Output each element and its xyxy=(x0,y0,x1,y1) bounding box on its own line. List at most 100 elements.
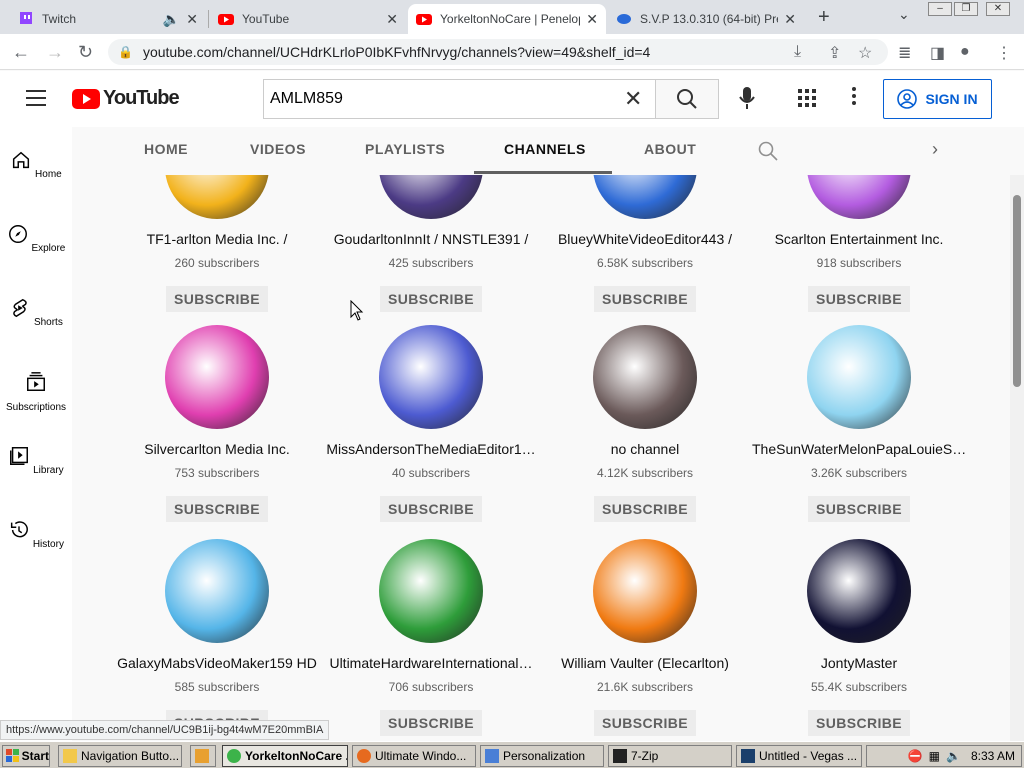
close-tab-icon[interactable]: ✕ xyxy=(186,11,198,28)
sidebar-item-explore[interactable]: Explore xyxy=(0,223,72,254)
channel-card[interactable]: UltimateHardwareInternational… 706 subscr… xyxy=(324,539,538,736)
channel-avatar[interactable] xyxy=(379,175,483,219)
channel-name[interactable]: Silvercarlton Media Inc. xyxy=(110,441,324,457)
subscribe-button[interactable]: SUBSCRIBE xyxy=(807,286,911,312)
channel-name[interactable]: JontyMaster xyxy=(752,655,966,671)
tab-channels[interactable]: CHANNELS xyxy=(504,141,586,157)
tab-videos[interactable]: VIDEOS xyxy=(250,141,306,157)
chevron-right-icon[interactable]: › xyxy=(932,139,938,160)
sign-in-button[interactable]: SIGN IN xyxy=(883,79,992,119)
taskbar-item-navigation[interactable]: Navigation Butto... xyxy=(58,745,182,767)
sidebar-item-shorts[interactable]: Shorts xyxy=(0,297,72,328)
tray-volume-icon[interactable]: 🔈 xyxy=(946,749,961,763)
taskbar-item-firefox[interactable]: Ultimate Windo... xyxy=(352,745,476,767)
scrollbar-thumb[interactable] xyxy=(1013,195,1021,387)
subscribe-button[interactable]: SUBSCRIBE xyxy=(807,710,911,736)
tab-search-icon[interactable]: ⌄ xyxy=(898,6,910,23)
subscribe-button[interactable]: SUBSCRIBE xyxy=(379,710,483,736)
sidebar-item-history[interactable]: History xyxy=(0,519,72,550)
bookmark-star-icon[interactable]: ☆ xyxy=(858,43,872,63)
taskbar-item-personalization[interactable]: Personalization xyxy=(480,745,604,767)
new-tab-button[interactable]: + xyxy=(818,6,830,29)
sidebar-item-home[interactable]: Home xyxy=(0,149,72,180)
subscribe-button[interactable]: SUBSCRIBE xyxy=(593,496,697,522)
subscribe-button[interactable]: SUBSCRIBE xyxy=(379,286,483,312)
channel-name[interactable]: MissAndersonTheMediaEditor1… xyxy=(324,441,538,457)
install-icon[interactable]: ⤓ xyxy=(794,43,801,61)
url-bar[interactable]: 🔒 youtube.com/channel/UCHdrKLrloP0IbKFvh… xyxy=(108,39,888,65)
tray-security-icon[interactable]: ⛔ xyxy=(908,749,923,763)
clear-search-icon[interactable]: ✕ xyxy=(624,86,642,112)
subscribe-button[interactable]: SUBSCRIBE xyxy=(379,496,483,522)
apps-grid-icon[interactable] xyxy=(798,89,816,107)
channel-card[interactable]: BlueyWhiteVideoEditor443 / 6.58K subscrib… xyxy=(538,175,752,312)
channel-avatar[interactable] xyxy=(593,539,697,643)
channel-name[interactable]: GalaxyMabsVideoMaker159 HD xyxy=(110,655,324,671)
channel-name[interactable]: William Vaulter (Elecarlton) xyxy=(538,655,752,671)
channel-name[interactable]: UltimateHardwareInternational… xyxy=(324,655,538,671)
channel-card[interactable]: no channel 4.12K subscribers SUBSCRIBE xyxy=(538,325,752,522)
taskbar-item-7zip[interactable]: 7-Zip xyxy=(608,745,732,767)
channel-name[interactable]: BlueyWhiteVideoEditor443 / xyxy=(538,231,752,247)
clock[interactable]: 8:33 AM xyxy=(971,749,1015,763)
channel-card[interactable]: Silvercarlton Media Inc. 753 subscribers S… xyxy=(110,325,324,522)
start-button[interactable]: Start xyxy=(2,745,50,767)
tab-playlists[interactable]: PLAYLISTS xyxy=(365,141,445,157)
browser-menu-icon[interactable]: ⋮ xyxy=(996,43,1012,63)
channel-card[interactable]: GoudarltonInnIt / NNSTLE391 / 425 subscri… xyxy=(324,175,538,312)
channel-card[interactable]: JontyMaster 55.4K subscribers SUBSCRIBE xyxy=(752,539,966,736)
tab-twitch[interactable]: Twitch 🔈 ✕ xyxy=(10,4,206,34)
channel-card[interactable]: TheSunWaterMelonPapaLouieS… 3.26K subscri… xyxy=(752,325,966,522)
subscribe-button[interactable]: SUBSCRIBE xyxy=(593,286,697,312)
profile-icon[interactable]: ● xyxy=(960,43,970,61)
channel-search-icon[interactable] xyxy=(758,141,778,161)
channel-card[interactable]: MissAndersonTheMediaEditor1… 40 subscribe… xyxy=(324,325,538,522)
youtube-logo[interactable]: YouTube xyxy=(72,87,180,110)
sidebar-item-library[interactable]: Library xyxy=(0,445,72,476)
channel-avatar[interactable] xyxy=(379,539,483,643)
back-icon[interactable]: ← xyxy=(12,42,30,63)
tab-about[interactable]: ABOUT xyxy=(644,141,696,157)
tab-youtube[interactable]: YouTube ✕ xyxy=(210,4,406,34)
search-input[interactable] xyxy=(270,90,610,108)
channel-name[interactable]: TF1-arlton Media Inc. / xyxy=(110,231,324,247)
microphone-icon[interactable] xyxy=(738,85,756,111)
channel-name[interactable]: TheSunWaterMelonPapaLouieS… xyxy=(752,441,966,457)
channel-avatar[interactable] xyxy=(807,175,911,219)
forward-icon[interactable]: → xyxy=(46,42,64,63)
channel-card[interactable]: William Vaulter (Elecarlton) 21.6K subscr… xyxy=(538,539,752,736)
tab-svp[interactable]: S.V.P 13.0.310 (64-bit) Pre ✕ xyxy=(608,4,804,34)
subscribe-button[interactable]: SUBSCRIBE xyxy=(807,496,911,522)
channel-name[interactable]: Scarlton Entertainment Inc. xyxy=(752,231,966,247)
channel-card[interactable]: GalaxyMabsVideoMaker159 HD 585 subscriber… xyxy=(110,539,324,736)
channel-avatar[interactable] xyxy=(807,325,911,429)
taskbar-item-chrome[interactable]: YorkeltonNoCare ... xyxy=(222,745,348,767)
close-tab-icon[interactable]: ✕ xyxy=(386,11,398,28)
settings-dots-icon[interactable] xyxy=(852,87,856,108)
subscribe-button[interactable]: SUBSCRIBE xyxy=(593,710,697,736)
channel-avatar[interactable] xyxy=(807,539,911,643)
scrollbar[interactable] xyxy=(1010,175,1024,741)
side-panel-icon[interactable]: ◨ xyxy=(930,43,945,63)
maximize-button[interactable]: ❐ xyxy=(954,2,978,16)
channel-avatar[interactable] xyxy=(165,325,269,429)
tab-yorkeltonnocare[interactable]: YorkeltonNoCare | Penelop ✕ xyxy=(408,4,606,34)
minimize-button[interactable]: – xyxy=(928,2,952,16)
channel-name[interactable]: no channel xyxy=(538,441,752,457)
close-tab-icon[interactable]: ✕ xyxy=(784,11,796,28)
sidebar-item-subscriptions[interactable]: Subscriptions xyxy=(0,371,72,413)
close-window-button[interactable]: ✕ xyxy=(986,2,1010,16)
tray-network-icon[interactable]: ▦ xyxy=(929,749,940,763)
channel-card[interactable]: Scarlton Entertainment Inc. 918 subscribe… xyxy=(752,175,966,312)
channel-name[interactable]: GoudarltonInnIt / NNSTLE391 / xyxy=(324,231,538,247)
menu-icon[interactable] xyxy=(26,90,46,106)
share-icon[interactable]: ⇪ xyxy=(828,43,841,63)
mute-icon[interactable]: 🔈 xyxy=(163,11,180,28)
taskbar-item-media[interactable] xyxy=(190,745,216,767)
channel-avatar[interactable] xyxy=(593,325,697,429)
search-button[interactable] xyxy=(655,79,719,119)
channel-avatar[interactable] xyxy=(379,325,483,429)
channel-avatar[interactable] xyxy=(165,175,269,219)
subscribe-button[interactable]: SUBSCRIBE xyxy=(165,286,269,312)
channel-avatar[interactable] xyxy=(165,539,269,643)
